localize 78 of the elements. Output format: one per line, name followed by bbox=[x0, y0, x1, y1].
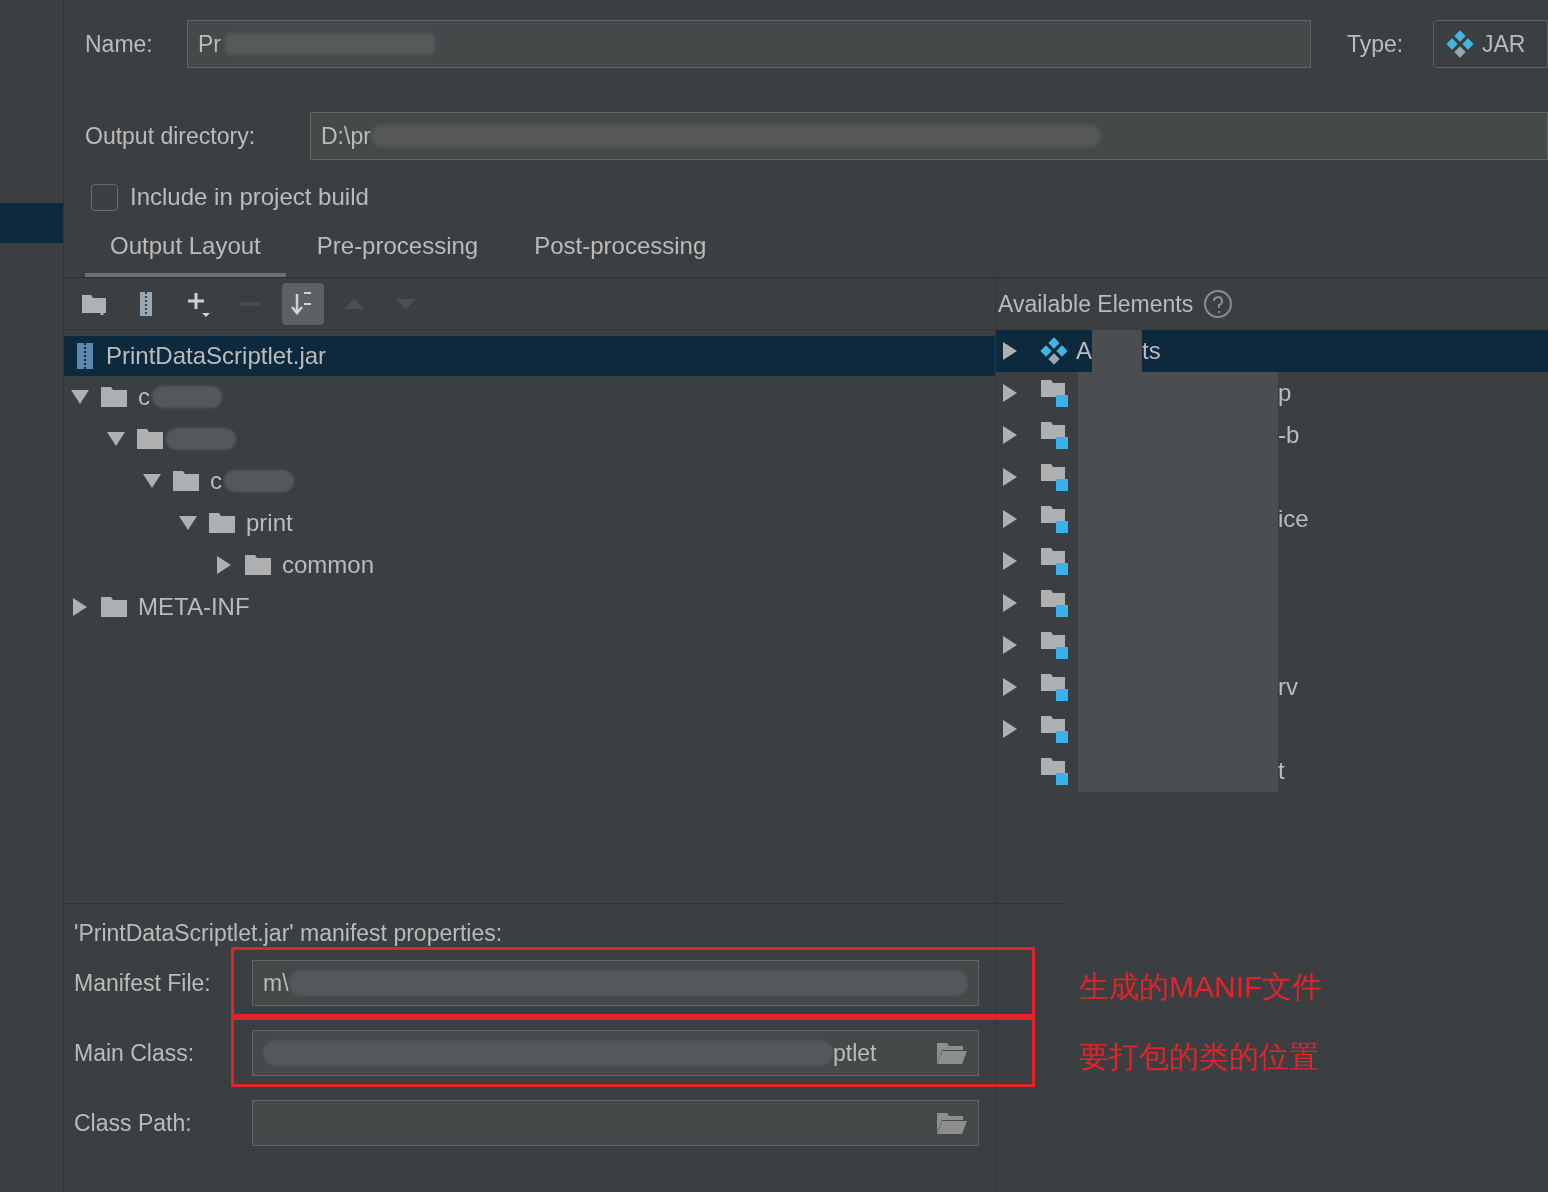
field-label: Class Path: bbox=[74, 1108, 193, 1138]
tree-item-label[interactable]: META-INF bbox=[138, 589, 250, 625]
expand-arrow-icon[interactable] bbox=[1002, 383, 1018, 403]
annotation-text: 要打包的类的位置 bbox=[1079, 1039, 1319, 1075]
expand-arrow-icon[interactable] bbox=[1002, 719, 1018, 739]
name-field[interactable]: Pr bbox=[187, 20, 1311, 68]
element-label: ice bbox=[1278, 504, 1309, 534]
field-label: Manifest File: bbox=[74, 968, 212, 998]
element-row[interactable]: ice bbox=[996, 498, 1548, 540]
folder-icon bbox=[172, 470, 200, 492]
tab[interactable]: Pre-processing bbox=[291, 228, 504, 277]
module-folder-icon bbox=[1040, 630, 1070, 660]
folder-icon bbox=[136, 428, 164, 450]
sort-icon[interactable] bbox=[282, 282, 324, 325]
element-row[interactable]: p bbox=[996, 372, 1548, 414]
collapse-arrow-icon[interactable] bbox=[106, 431, 126, 447]
expand-arrow-icon[interactable] bbox=[1002, 467, 1018, 487]
module-folder-icon bbox=[1040, 462, 1070, 492]
type-label: Type: bbox=[1347, 29, 1405, 59]
collapse-arrow-icon[interactable] bbox=[70, 389, 90, 405]
help-icon[interactable] bbox=[1203, 289, 1234, 319]
type-combobox[interactable]: JAR bbox=[1433, 20, 1548, 68]
module-folder-icon bbox=[1040, 420, 1070, 450]
archive-icon bbox=[74, 342, 96, 370]
module-folder-icon bbox=[1040, 504, 1070, 534]
folder-icon bbox=[100, 596, 128, 618]
module-folder-icon bbox=[1040, 588, 1070, 618]
tab[interactable]: Output Layout bbox=[85, 228, 286, 277]
element-label: ts bbox=[1142, 336, 1161, 366]
module-folder-icon bbox=[1040, 714, 1070, 744]
annotation-text: 生成的MANIF文件 bbox=[1079, 969, 1323, 1005]
tree-item[interactable]: PrintDataScriptlet.jar bbox=[64, 336, 995, 376]
tab[interactable]: Post-processing bbox=[509, 228, 732, 277]
expand-arrow-icon[interactable] bbox=[1002, 551, 1018, 571]
artifact-icon bbox=[1040, 337, 1068, 365]
module-folder-icon bbox=[1040, 756, 1070, 786]
field-label: Main Class: bbox=[74, 1038, 196, 1068]
element-row[interactable]: -b bbox=[996, 414, 1548, 456]
expand-arrow-icon[interactable] bbox=[1002, 593, 1018, 613]
module-folder-icon bbox=[1040, 546, 1070, 576]
element-row[interactable]: rv bbox=[996, 666, 1548, 708]
checkbox-label: Include in project build bbox=[130, 182, 369, 212]
available-elements-title: Available Elements bbox=[998, 289, 1194, 319]
module-folder-icon bbox=[1040, 378, 1070, 408]
module-folder-icon bbox=[1040, 672, 1070, 702]
text-field[interactable]: ptlet bbox=[252, 1030, 979, 1076]
tree-item-label[interactable]: print bbox=[246, 505, 293, 541]
manifest-title: 'PrintDataScriptlet.jar' manifest properties: bbox=[74, 919, 504, 948]
folder-icon bbox=[244, 554, 272, 576]
element-row[interactable]: A ts bbox=[996, 330, 1548, 372]
element-label: A bbox=[1076, 336, 1092, 366]
folder-icon bbox=[208, 512, 236, 534]
text-field[interactable]: m\ bbox=[252, 960, 979, 1006]
expand-arrow-icon[interactable] bbox=[1002, 341, 1018, 361]
collapse-arrow-icon[interactable] bbox=[142, 473, 162, 489]
name-label: Name: bbox=[85, 29, 154, 59]
output-directory-label: Output directory: bbox=[85, 121, 257, 151]
output-directory-field[interactable]: D:\pr bbox=[310, 112, 1548, 160]
element-label: t bbox=[1278, 756, 1285, 786]
sidebar-selection bbox=[0, 203, 63, 243]
element-label: p bbox=[1278, 378, 1292, 408]
expand-arrow-icon[interactable] bbox=[1002, 425, 1018, 445]
tree-item-label[interactable]: common bbox=[282, 547, 375, 583]
tree-item-label[interactable]: c bbox=[138, 379, 150, 415]
collapse-arrow-icon[interactable] bbox=[178, 515, 198, 531]
open-folder-icon[interactable] bbox=[936, 1111, 968, 1135]
artifact-icon bbox=[1446, 30, 1474, 58]
open-folder-icon[interactable] bbox=[936, 1041, 968, 1065]
checkbox[interactable] bbox=[91, 183, 118, 211]
tree-item-label[interactable]: c bbox=[210, 463, 222, 499]
element-label: -b bbox=[1278, 420, 1300, 450]
folder-icon bbox=[100, 386, 128, 408]
element-label: rv bbox=[1278, 672, 1298, 702]
expand-arrow-icon[interactable] bbox=[1002, 677, 1018, 697]
element-row[interactable]: t bbox=[996, 750, 1548, 792]
expand-arrow-icon[interactable] bbox=[1002, 635, 1018, 655]
expand-arrow-icon[interactable] bbox=[1002, 509, 1018, 529]
text-field[interactable] bbox=[252, 1100, 979, 1146]
